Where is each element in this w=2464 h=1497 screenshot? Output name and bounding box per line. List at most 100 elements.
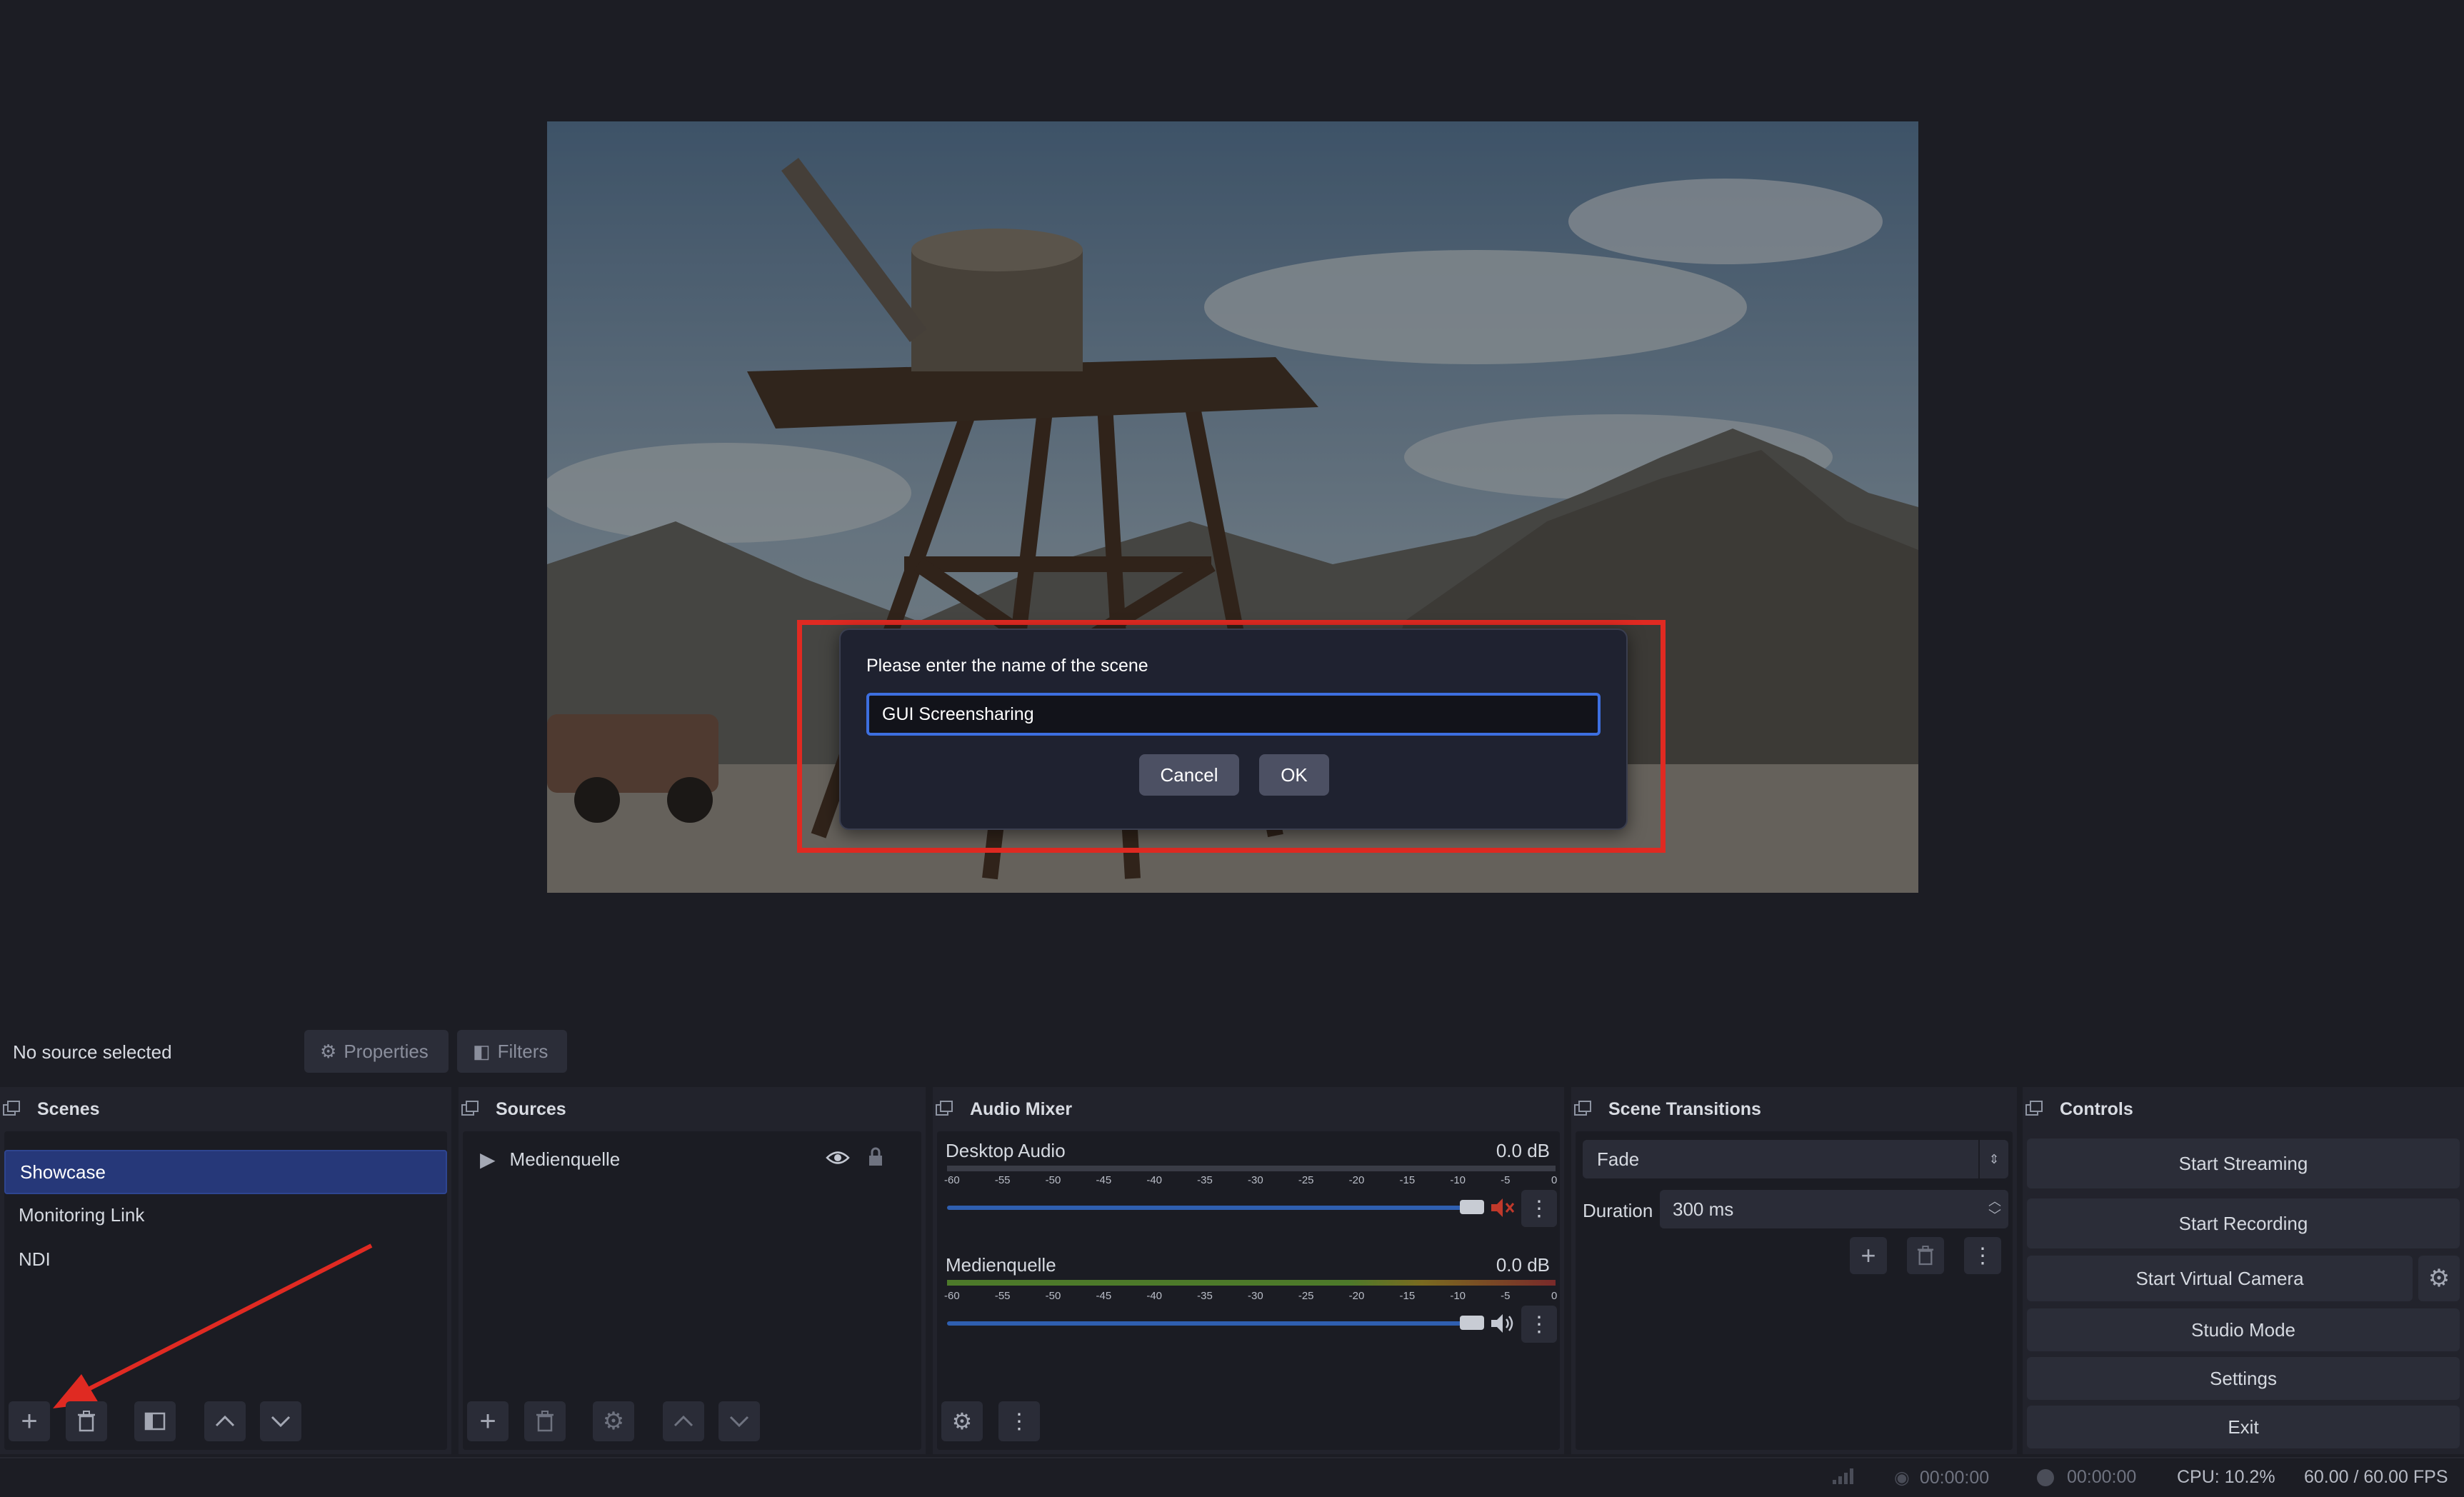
volume-slider-handle[interactable]: [1460, 1200, 1484, 1214]
scene-label: Monitoring Link: [19, 1203, 145, 1226]
meter-scale: -60 -55 -50 -45 -40 -35 -30 -25 -20 -15 -10 -5 0: [944, 1290, 1560, 1304]
meter-tick-label: -10: [1450, 1174, 1466, 1186]
chevron-up-icon: [673, 1415, 693, 1427]
channel-menu-button[interactable]: ⋮: [1521, 1306, 1557, 1343]
gear-icon: ⚙: [602, 1408, 625, 1435]
volume-slider-handle[interactable]: [1460, 1316, 1484, 1330]
meter-tick-label: -60: [944, 1290, 960, 1302]
no-source-label: No source selected: [13, 1041, 172, 1063]
scene-name-input[interactable]: [866, 693, 1601, 736]
scene-item-showcase[interactable]: Showcase: [4, 1150, 447, 1194]
volume-meter: [947, 1280, 1556, 1286]
meter-tick-label: -45: [1096, 1174, 1112, 1186]
source-toolbar: No source selected ⚙ Properties ◧ Filter…: [0, 1021, 2464, 1084]
source-properties-button[interactable]: ⚙: [593, 1401, 634, 1441]
meter-tick-label: -40: [1146, 1290, 1163, 1302]
more-vertical-icon: ⋮: [1008, 1409, 1030, 1433]
scene-filters-button[interactable]: [134, 1401, 176, 1441]
remove-source-button[interactable]: [524, 1401, 566, 1441]
scene-item-monitoring-link[interactable]: Monitoring Link: [4, 1194, 447, 1236]
transition-select[interactable]: Fade ⇕: [1583, 1140, 2008, 1178]
add-transition-button[interactable]: +: [1850, 1237, 1887, 1274]
meter-tick-label: -55: [994, 1290, 1011, 1302]
dock-icon[interactable]: [461, 1100, 486, 1118]
volume-meter: [947, 1166, 1556, 1171]
volume-slider[interactable]: [947, 1321, 1481, 1326]
move-scene-up-button[interactable]: [204, 1401, 246, 1441]
move-scene-down-button[interactable]: [260, 1401, 301, 1441]
ok-button[interactable]: OK: [1259, 754, 1329, 796]
cancel-button[interactable]: Cancel: [1139, 754, 1239, 796]
add-source-button[interactable]: +: [467, 1401, 509, 1441]
transition-menu-button[interactable]: ⋮: [1964, 1237, 2001, 1274]
dock-icon[interactable]: [1574, 1100, 1598, 1118]
stream-status: ◉ 00:00:00: [1894, 1467, 1989, 1488]
virtual-camera-settings-button[interactable]: ⚙: [2418, 1256, 2460, 1301]
scenes-dock-title: Scenes: [0, 1087, 451, 1131]
move-source-down-button[interactable]: [718, 1401, 760, 1441]
gears-icon: ⚙: [951, 1408, 973, 1434]
transition-selected: Fade: [1597, 1148, 1640, 1170]
source-item-medienquelle[interactable]: ▶ Medienquelle: [463, 1138, 921, 1180]
record-status: 00:00:00: [2037, 1467, 2136, 1488]
filters-button[interactable]: ◧ Filters: [457, 1030, 567, 1073]
volume-slider[interactable]: [947, 1206, 1481, 1210]
meter-tick-label: -45: [1096, 1290, 1112, 1302]
controls-dock-title: Controls: [2023, 1087, 2464, 1131]
meter-tick-label: -5: [1501, 1290, 1511, 1302]
audio-mixer-dock: Audio Mixer Desktop Audio 0.0 dB -60 -55 -…: [933, 1087, 1564, 1454]
dialog-prompt: Please enter the name of the scene: [866, 656, 1148, 676]
move-source-up-button[interactable]: [663, 1401, 704, 1441]
channel-name: Medienquelle: [946, 1254, 1056, 1276]
spin-arrows-icon[interactable]: ︿ ﹀: [1988, 1194, 2001, 1223]
duration-spinbox[interactable]: 300 ms ︿ ﹀: [1660, 1190, 2008, 1228]
speaker-icon[interactable]: [1490, 1313, 1516, 1339]
gear-icon: ⚙: [320, 1040, 337, 1062]
remove-transition-button[interactable]: [1907, 1237, 1944, 1274]
controls-dock: Controls Start Streaming Start Recording…: [2023, 1087, 2464, 1454]
channel-menu-button[interactable]: ⋮: [1521, 1190, 1557, 1227]
select-arrows-icon: ⇕: [1978, 1140, 2008, 1178]
mixer-dock-title: Audio Mixer: [933, 1087, 1564, 1131]
broadcast-icon: ◉: [1894, 1468, 1910, 1488]
meter-tick-label: -10: [1450, 1290, 1466, 1302]
meter-tick-label: -5: [1501, 1174, 1511, 1186]
start-streaming-button[interactable]: Start Streaming: [2027, 1138, 2460, 1188]
dock-icon[interactable]: [3, 1100, 27, 1118]
gear-icon: ⚙: [2428, 1265, 2450, 1292]
stream-time: 00:00:00: [1919, 1467, 1990, 1488]
more-vertical-icon: ⋮: [1972, 1243, 1993, 1268]
meter-tick-label: 0: [1551, 1290, 1558, 1302]
meter-tick-label: -30: [1248, 1174, 1263, 1186]
exit-button[interactable]: Exit: [2027, 1406, 2460, 1448]
dock-icon[interactable]: [936, 1100, 960, 1118]
meter-tick-label: -20: [1348, 1290, 1365, 1302]
scene-name-dialog: Please enter the name of the scene Cance…: [839, 629, 1628, 830]
sources-dock-title: Sources: [459, 1087, 926, 1131]
mixer-menu-button[interactable]: ⋮: [998, 1401, 1040, 1441]
eye-icon[interactable]: [826, 1148, 850, 1171]
sources-dock: Sources ▶ Medienquelle + ⚙: [459, 1087, 926, 1454]
settings-button[interactable]: Settings: [2027, 1357, 2460, 1400]
scenes-title: Scenes: [37, 1098, 100, 1119]
remove-scene-button[interactable]: [66, 1401, 107, 1441]
properties-button[interactable]: ⚙ Properties: [304, 1030, 449, 1073]
chevron-down-icon: [271, 1416, 291, 1428]
start-virtual-camera-button[interactable]: Start Virtual Camera: [2027, 1256, 2413, 1301]
transitions-dock-title: Scene Transitions: [1571, 1087, 2017, 1131]
lock-icon[interactable]: [867, 1147, 884, 1172]
add-scene-button[interactable]: +: [9, 1401, 50, 1441]
studio-mode-button[interactable]: Studio Mode: [2027, 1308, 2460, 1351]
meter-tick-label: -15: [1399, 1174, 1416, 1186]
properties-label: Properties: [344, 1040, 429, 1062]
sources-title: Sources: [496, 1098, 566, 1119]
muted-speaker-icon[interactable]: [1490, 1197, 1516, 1223]
dock-icon[interactable]: [2025, 1100, 2050, 1118]
start-recording-button[interactable]: Start Recording: [2027, 1198, 2460, 1248]
meter-tick-label: -40: [1146, 1174, 1163, 1186]
filters-label: Filters: [497, 1040, 549, 1062]
advanced-audio-button[interactable]: ⚙: [941, 1401, 983, 1441]
meter-tick-label: -25: [1298, 1290, 1314, 1302]
trash-icon: [1917, 1246, 1934, 1266]
meter-tick-label: 0: [1551, 1174, 1558, 1186]
